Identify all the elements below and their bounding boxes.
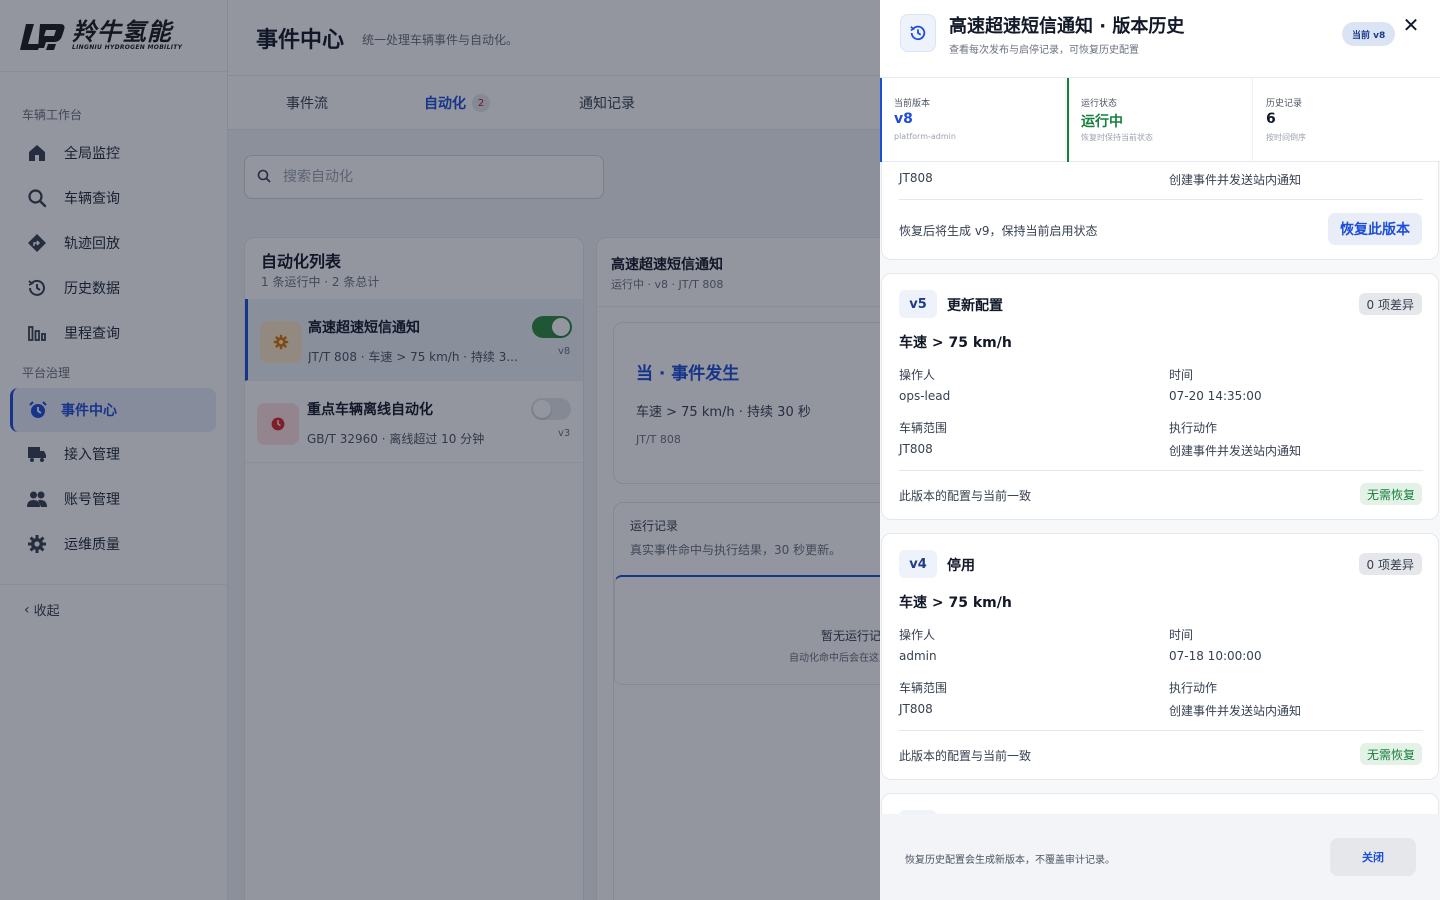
action-label: 执行动作 (1169, 681, 1218, 695)
no-restore-badge: 无需恢复 (1359, 743, 1422, 765)
stat-label: 当前版本 (894, 99, 931, 109)
restore-note: 恢复后将生成 v9，保持当前启用状态 (899, 224, 1098, 238)
close-icon[interactable]: ✕ (1400, 13, 1422, 37)
action-value: 创建事件并发送站内通知 (1169, 704, 1302, 718)
version-card: v4 停用 0 项差异 车速 > 75 km/h 操作人 admin 时间 07… (881, 533, 1439, 780)
modal-backdrop[interactable] (0, 0, 880, 900)
drawer-subtitle: 查看每次发布与启停记录，可恢复历史配置 (949, 45, 1139, 56)
restore-version-button[interactable]: 恢复此版本 (1328, 213, 1422, 245)
vehicle-scope-label: 车辆范围 (899, 421, 948, 435)
diff-count-badge: 0 项差异 (1358, 553, 1422, 575)
version-card: JT808 创建事件并发送站内通知 恢复后将生成 v9，保持当前启用状态 恢复此… (881, 162, 1439, 260)
version-condition: 车速 > 75 km/h (899, 335, 1012, 351)
stat-hint: 恢复时保持当前状态 (1081, 133, 1153, 142)
stat-value: 6 (1266, 111, 1276, 127)
vehicle-scope-label: 车辆范围 (899, 681, 948, 695)
version-history-drawer: 高速超速短信通知 · 版本历史 查看每次发布与启停记录，可恢复历史配置 当前 v… (880, 0, 1440, 900)
version-tag: v5 (899, 290, 937, 318)
version-tag: v4 (899, 550, 937, 578)
operator-label: 操作人 (899, 628, 936, 642)
drawer-footer: 恢复历史配置会生成新版本，不覆盖审计记录。 关闭 (880, 814, 1440, 900)
version-card (881, 793, 1439, 814)
stat-label: 运行状态 (1081, 99, 1118, 109)
action-value: 创建事件并发送站内通知 (1169, 444, 1302, 458)
time-value: 07-20 14:35:00 (1169, 389, 1262, 403)
divider (899, 470, 1423, 471)
action-value: 创建事件并发送站内通知 (1169, 173, 1302, 187)
stat-value: 运行中 (1081, 114, 1123, 130)
operator-value: admin (899, 649, 937, 663)
no-restore-badge: 无需恢复 (1359, 483, 1422, 505)
restore-note: 此版本的配置与当前一致 (899, 749, 1032, 763)
stat-run-status: 运行状态 运行中 恢复时保持当前状态 (1067, 78, 1253, 162)
drawer-header: 高速超速短信通知 · 版本历史 查看每次发布与启停记录，可恢复历史配置 当前 v… (880, 0, 1440, 78)
version-list[interactable]: JT808 创建事件并发送站内通知 恢复后将生成 v9，保持当前启用状态 恢复此… (880, 162, 1440, 814)
stat-value: v8 (894, 111, 913, 127)
time-value: 07-18 10:00:00 (1169, 649, 1262, 663)
version-change-type: 更新配置 (947, 298, 1003, 314)
version-stats: 当前版本 v8 platform-admin 运行状态 运行中 恢复时保持当前状… (880, 78, 1440, 162)
drawer-title: 高速超速短信通知 · 版本历史 (949, 16, 1185, 37)
time-label: 时间 (1169, 368, 1194, 382)
version-change-type: 停用 (947, 558, 975, 574)
close-button[interactable]: 关闭 (1330, 838, 1416, 876)
history-icon (900, 14, 936, 52)
vehicle-scope-value: JT808 (899, 442, 933, 456)
operator-label: 操作人 (899, 368, 936, 382)
action-label: 执行动作 (1169, 421, 1218, 435)
stat-hint: platform-admin (894, 132, 956, 141)
vehicle-scope-value: JT808 (899, 702, 933, 716)
version-card: v5 更新配置 0 项差异 车速 > 75 km/h 操作人 ops-lead … (881, 273, 1439, 520)
operator-value: ops-lead (899, 389, 951, 403)
vehicle-scope-value: JT808 (899, 171, 933, 185)
divider (899, 730, 1423, 731)
stat-current-version: 当前版本 v8 platform-admin (880, 78, 1066, 162)
diff-count-badge: 0 项差异 (1358, 293, 1422, 315)
stat-label: 历史记录 (1266, 99, 1303, 109)
restore-note: 此版本的配置与当前一致 (899, 489, 1032, 503)
stat-hint: 按时间倒序 (1266, 133, 1306, 142)
footer-note: 恢复历史配置会生成新版本，不覆盖审计记录。 (905, 855, 1115, 866)
current-version-badge: 当前 v8 (1342, 22, 1396, 46)
version-condition: 车速 > 75 km/h (899, 595, 1012, 611)
stat-history-count: 历史记录 6 按时间倒序 (1254, 78, 1440, 162)
time-label: 时间 (1169, 628, 1194, 642)
divider (899, 199, 1423, 200)
